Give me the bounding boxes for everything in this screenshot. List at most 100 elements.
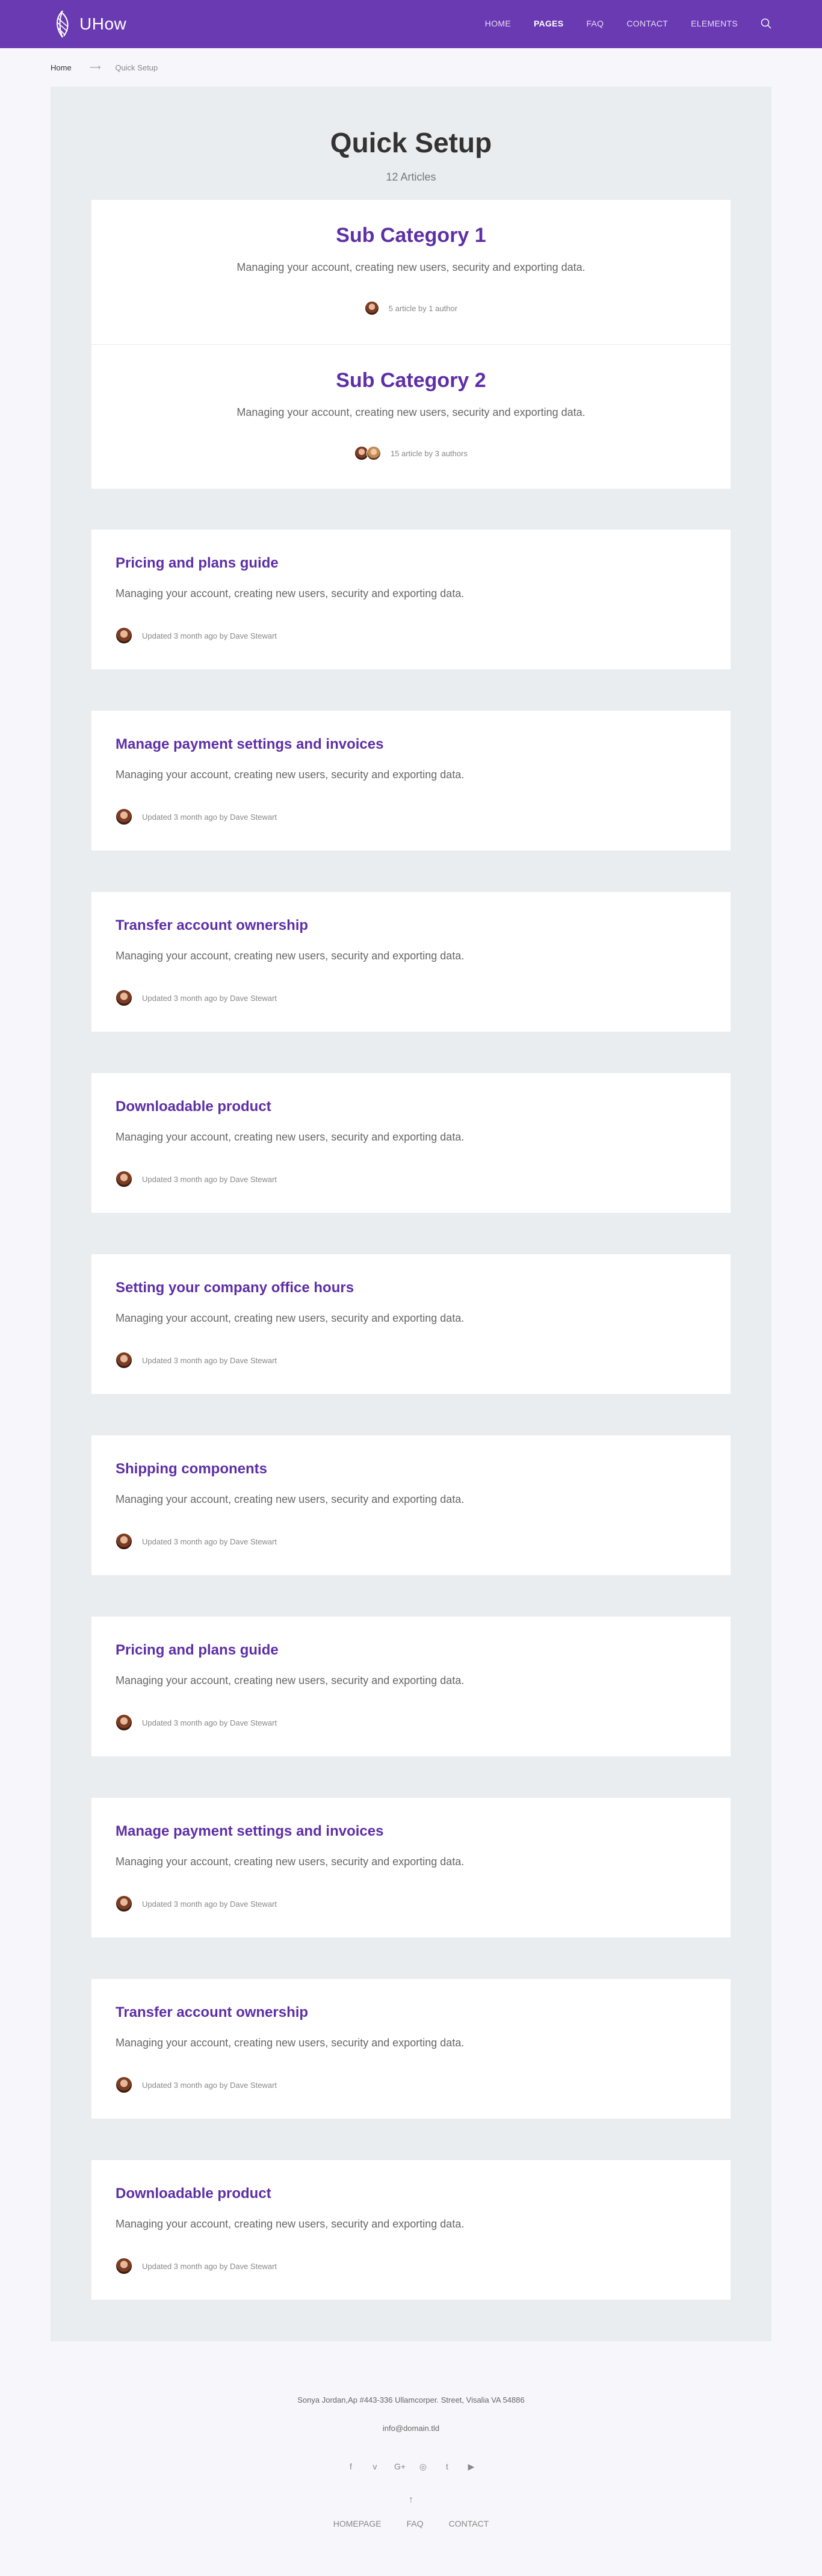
subcategory-card[interactable]: Sub Category 1 Managing your account, cr… bbox=[91, 200, 731, 344]
footer-address: Sonya Jordan,Ap #443-336 Ullamcorper. St… bbox=[297, 2395, 525, 2404]
footer-email[interactable]: info@domain.tld bbox=[0, 2424, 822, 2433]
subcategory-list: Sub Category 1 Managing your account, cr… bbox=[91, 200, 731, 489]
subcategory-description: Managing your account, creating new user… bbox=[236, 406, 586, 418]
brand-logo-icon bbox=[57, 10, 69, 38]
main-nav: HOME PAGES FAQ CONTACT ELEMENTS bbox=[462, 18, 771, 29]
article-title[interactable]: Downloadable product bbox=[116, 2185, 271, 2202]
article-updated: Updated 3 month ago by Dave Stewart bbox=[142, 1537, 277, 1546]
avatar bbox=[366, 446, 382, 460]
article-updated: Updated 3 month ago by Dave Stewart bbox=[142, 631, 277, 640]
article-meta: Updated 3 month ago by Dave Stewart bbox=[116, 627, 277, 644]
facebook-icon[interactable]: f bbox=[346, 2462, 356, 2472]
article-meta: Updated 3 month ago by Dave Stewart bbox=[116, 1533, 277, 1550]
vimeo-icon[interactable]: v bbox=[370, 2462, 380, 2472]
nav-pages[interactable]: PAGES bbox=[534, 19, 563, 28]
article-card[interactable]: Downloadable product Managing your accou… bbox=[91, 2160, 731, 2300]
nav-faq[interactable]: FAQ bbox=[586, 19, 604, 28]
article-title[interactable]: Manage payment settings and invoices bbox=[116, 736, 383, 753]
logo[interactable]: UHow bbox=[51, 10, 126, 39]
article-meta: Updated 3 month ago by Dave Stewart bbox=[116, 2258, 277, 2274]
nav-elements[interactable]: ELEMENTS bbox=[691, 19, 738, 28]
article-meta: Updated 3 month ago by Dave Stewart bbox=[116, 808, 277, 825]
article-meta: Updated 3 month ago by Dave Stewart bbox=[116, 1714, 277, 1731]
article-description: Managing your account, creating new user… bbox=[116, 1493, 465, 1505]
author-avatars bbox=[364, 301, 379, 315]
article-updated: Updated 3 month ago by Dave Stewart bbox=[142, 2261, 277, 2271]
article-updated: Updated 3 month ago by Dave Stewart bbox=[142, 993, 277, 1003]
avatar bbox=[116, 2076, 132, 2093]
instagram-icon[interactable]: ◎ bbox=[418, 2462, 428, 2472]
article-title[interactable]: Transfer account ownership bbox=[116, 917, 308, 934]
article-card[interactable]: Transfer account ownership Managing your… bbox=[91, 1979, 731, 2119]
article-meta: Updated 3 month ago by Dave Stewart bbox=[116, 1895, 277, 1912]
breadcrumb: Home ⟶ Quick Setup bbox=[51, 63, 158, 72]
top-navbar: UHow HOME PAGES FAQ CONTACT ELEMENTS bbox=[0, 0, 822, 48]
article-updated: Updated 3 month ago by Dave Stewart bbox=[142, 2080, 277, 2090]
footer-nav-homepage[interactable]: HOMEPAGE bbox=[333, 2519, 382, 2528]
nav-contact[interactable]: CONTACT bbox=[626, 19, 668, 28]
avatar bbox=[116, 989, 132, 1006]
article-updated: Updated 3 month ago by Dave Stewart bbox=[142, 812, 277, 822]
article-card[interactable]: Transfer account ownership Managing your… bbox=[91, 892, 731, 1032]
subcategory-stats: 15 article by 3 authors bbox=[391, 448, 468, 458]
brand-name: UHow bbox=[79, 14, 127, 33]
article-card[interactable]: Manage payment settings and invoices Man… bbox=[91, 711, 731, 850]
youtube-icon[interactable]: ▶ bbox=[466, 2462, 476, 2472]
subcategory-description: Managing your account, creating new user… bbox=[236, 261, 586, 273]
article-title[interactable]: Transfer account ownership bbox=[116, 2004, 308, 2021]
avatar bbox=[364, 301, 379, 315]
article-title[interactable]: Shipping components bbox=[116, 1461, 267, 1478]
google-plus-icon[interactable]: G+ bbox=[394, 2462, 406, 2472]
back-to-top-icon[interactable]: ↑ bbox=[0, 2495, 822, 2506]
page-title: Quick Setup bbox=[330, 127, 492, 158]
footer-nav-contact[interactable]: CONTACT bbox=[449, 2519, 489, 2528]
avatar bbox=[116, 1352, 132, 1369]
avatar bbox=[116, 1171, 132, 1187]
avatar bbox=[116, 1895, 132, 1912]
article-description: Managing your account, creating new user… bbox=[116, 1131, 465, 1143]
article-title[interactable]: Downloadable product bbox=[116, 1098, 271, 1115]
subcategory-card[interactable]: Sub Category 2 Managing your account, cr… bbox=[91, 344, 731, 489]
article-meta: Updated 3 month ago by Dave Stewart bbox=[116, 1352, 277, 1369]
article-card[interactable]: Pricing and plans guide Managing your ac… bbox=[91, 530, 731, 669]
twitter-icon[interactable]: t bbox=[442, 2462, 452, 2472]
article-updated: Updated 3 month ago by Dave Stewart bbox=[142, 1718, 277, 1727]
article-count: 12 Articles bbox=[386, 171, 436, 183]
footer-nav-faq[interactable]: FAQ bbox=[407, 2519, 424, 2528]
arrow-right-icon: ⟶ bbox=[89, 63, 101, 72]
article-meta: Updated 3 month ago by Dave Stewart bbox=[116, 989, 277, 1006]
subcategory-meta: 15 article by 3 authors bbox=[91, 446, 731, 460]
search-icon[interactable] bbox=[761, 18, 771, 29]
article-updated: Updated 3 month ago by Dave Stewart bbox=[142, 1899, 277, 1909]
avatar bbox=[116, 627, 132, 644]
article-description: Managing your account, creating new user… bbox=[116, 2037, 465, 2049]
article-title[interactable]: Pricing and plans guide bbox=[116, 555, 279, 572]
article-title[interactable]: Setting your company office hours bbox=[116, 1280, 354, 1296]
subcategory-title[interactable]: Sub Category 2 bbox=[91, 369, 731, 392]
subcategory-meta: 5 article by 1 author bbox=[91, 301, 731, 315]
social-links: f v G+ ◎ t ▶ bbox=[0, 2462, 822, 2472]
avatar bbox=[116, 1714, 132, 1731]
article-updated: Updated 3 month ago by Dave Stewart bbox=[142, 1174, 277, 1184]
article-description: Managing your account, creating new user… bbox=[116, 587, 465, 599]
avatar bbox=[116, 1533, 132, 1550]
article-description: Managing your account, creating new user… bbox=[116, 2218, 465, 2230]
article-description: Managing your account, creating new user… bbox=[116, 1312, 465, 1324]
article-title[interactable]: Manage payment settings and invoices bbox=[116, 1823, 383, 1840]
nav-home[interactable]: HOME bbox=[485, 19, 511, 28]
article-card[interactable]: Pricing and plans guide Managing your ac… bbox=[91, 1617, 731, 1756]
article-title[interactable]: Pricing and plans guide bbox=[116, 1642, 279, 1659]
subcategory-title[interactable]: Sub Category 1 bbox=[91, 224, 731, 247]
article-card[interactable]: Shipping components Managing your accoun… bbox=[91, 1435, 731, 1575]
article-card[interactable]: Downloadable product Managing your accou… bbox=[91, 1073, 731, 1213]
avatar bbox=[116, 808, 132, 825]
article-description: Managing your account, creating new user… bbox=[116, 769, 465, 781]
article-card[interactable]: Manage payment settings and invoices Man… bbox=[91, 1798, 731, 1937]
breadcrumb-home[interactable]: Home bbox=[51, 63, 72, 72]
subcategory-stats: 5 article by 1 author bbox=[388, 303, 458, 313]
article-updated: Updated 3 month ago by Dave Stewart bbox=[142, 1355, 277, 1365]
footer-nav: HOMEPAGE FAQ CONTACT bbox=[0, 2519, 822, 2528]
breadcrumb-current: Quick Setup bbox=[115, 63, 158, 72]
author-avatars bbox=[354, 446, 382, 460]
article-card[interactable]: Setting your company office hours Managi… bbox=[91, 1254, 731, 1394]
